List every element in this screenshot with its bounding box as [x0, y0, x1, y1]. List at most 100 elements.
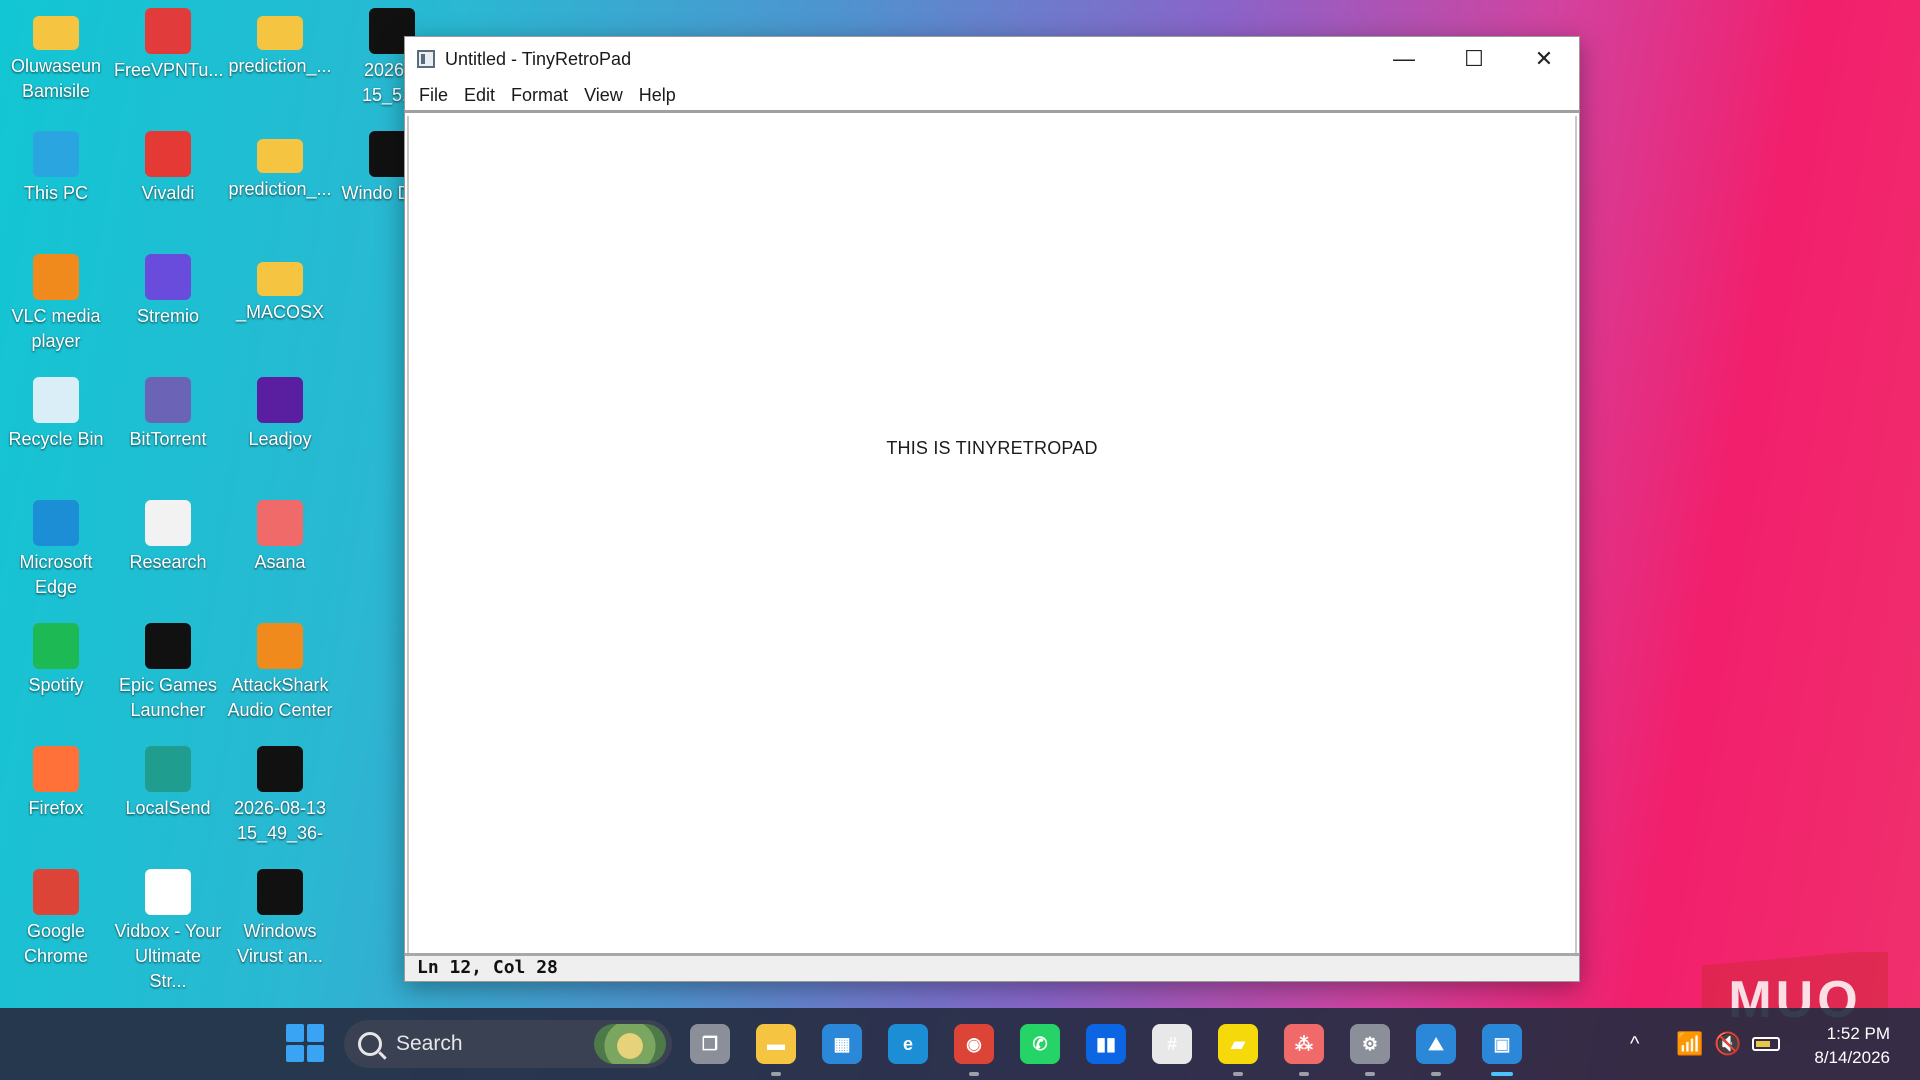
menu-format[interactable]: Format	[503, 81, 576, 110]
running-indicator	[969, 1072, 979, 1076]
video-thumbnail-icon	[257, 869, 303, 915]
running-indicator	[1431, 1072, 1441, 1076]
desktop-icon[interactable]: This PC	[2, 131, 110, 206]
desktop-icon[interactable]: Google Chrome	[2, 869, 110, 969]
settings-icon[interactable]: ⚙	[1350, 1024, 1390, 1064]
desktop-icon[interactable]: Windows Virust an...	[226, 869, 334, 969]
sticky-notes-icon[interactable]: ▰	[1218, 1024, 1258, 1064]
slack-icon[interactable]: #	[1152, 1024, 1192, 1064]
editor-content: THIS IS TINYRETROPAD	[886, 438, 1098, 458]
clock-date: 8/14/2026	[1814, 1048, 1890, 1067]
folder-icon	[33, 16, 79, 50]
desktop-icon[interactable]: VLC media player	[2, 254, 110, 354]
maximize-button[interactable]: ☐	[1439, 37, 1509, 81]
firefox-icon	[33, 746, 79, 792]
start-button[interactable]	[286, 1024, 324, 1062]
desktop-icon[interactable]: prediction_...	[226, 131, 334, 202]
recycle-bin-icon	[33, 377, 79, 423]
desktop-icon[interactable]: Stremio	[114, 254, 222, 329]
vivaldi-icon	[145, 131, 191, 177]
status-bar: Ln 12, Col 28	[405, 953, 1579, 981]
attackshark-icon	[257, 623, 303, 669]
edge-icon[interactable]: e	[888, 1024, 928, 1064]
desktop-icon-label: Asana	[254, 552, 306, 572]
desktop-icon[interactable]: prediction_...	[226, 8, 334, 79]
search-highlight-image	[594, 1024, 666, 1064]
tinyretropad-icon[interactable]: ▣	[1482, 1024, 1522, 1064]
desktop-icon[interactable]: AttackShark Audio Center	[226, 623, 334, 723]
close-button[interactable]: ✕	[1509, 37, 1579, 81]
desktop-icon[interactable]: Research	[114, 500, 222, 575]
desktop-icon[interactable]: Oluwaseun Bamisile	[2, 8, 110, 104]
tinyretropad-window: Untitled - TinyRetroPad — ☐ ✕ File Edit …	[404, 36, 1580, 982]
video-thumbnail-icon	[257, 746, 303, 792]
file-explorer-icon[interactable]: ▬	[756, 1024, 796, 1064]
desktop-icon[interactable]: BitTorrent	[114, 377, 222, 452]
wifi-icon[interactable]: 📶	[1676, 1008, 1703, 1080]
bittorrent-icon	[145, 377, 191, 423]
desktop-icon-label: Epic Games Launcher	[118, 675, 218, 720]
search-icon	[358, 1032, 382, 1056]
title-bar[interactable]: Untitled - TinyRetroPad — ☐ ✕	[405, 37, 1579, 81]
desktop-icon[interactable]: Vidbox - Your Ultimate Str...	[114, 869, 222, 994]
muted-speaker-icon[interactable]: 🔇	[1714, 1008, 1741, 1080]
trello-icon[interactable]: ▮▮	[1086, 1024, 1126, 1064]
asana-icon[interactable]: ⁂	[1284, 1024, 1324, 1064]
photos-icon[interactable]: ⛰	[1416, 1024, 1456, 1064]
taskbar-clock[interactable]: 1:52 PM 8/14/2026	[1800, 1022, 1890, 1070]
menu-help[interactable]: Help	[631, 81, 684, 110]
desktop-icon-label: This PC	[23, 183, 88, 203]
leadjoy-icon	[257, 377, 303, 423]
desktop-icon-label: Recycle Bin	[8, 429, 104, 449]
zip-folder-icon	[257, 16, 303, 50]
desktop-icon[interactable]: Firefox	[2, 746, 110, 821]
desktop-icon[interactable]: Epic Games Launcher	[114, 623, 222, 723]
edge-icon	[33, 500, 79, 546]
desktop-icon[interactable]: Microsoft Edge	[2, 500, 110, 600]
localsend-icon	[145, 746, 191, 792]
vidbox-icon	[145, 869, 191, 915]
desktop-icon[interactable]: Recycle Bin	[2, 377, 110, 452]
whatsapp-icon[interactable]: ✆	[1020, 1024, 1060, 1064]
desktop-icon[interactable]: Asana	[226, 500, 334, 575]
tray-chevron[interactable]: ^	[1630, 1008, 1639, 1080]
app-icon	[417, 50, 435, 68]
desktop-icon-label: Microsoft Edge	[19, 552, 93, 597]
menu-view[interactable]: View	[576, 81, 631, 110]
desktop-icon[interactable]: LocalSend	[114, 746, 222, 821]
desktop-icon-label: prediction_...	[228, 179, 332, 199]
desktop-icon[interactable]: _MACOSX	[226, 254, 334, 325]
task-view-icon[interactable]: ❐	[690, 1024, 730, 1064]
desktop-icon-label: AttackShark Audio Center	[227, 675, 333, 720]
menu-file[interactable]: File	[411, 81, 456, 110]
chrome-icon	[33, 869, 79, 915]
chrome-icon[interactable]: ◉	[954, 1024, 994, 1064]
running-indicator	[1365, 1072, 1375, 1076]
battery-icon[interactable]	[1752, 1008, 1780, 1080]
desktop-icon-label: Google Chrome	[23, 921, 89, 966]
window-title: Untitled - TinyRetroPad	[445, 48, 632, 69]
desktop-icon-label: 2026-08-13 15_49_36-	[233, 798, 327, 843]
desktop-icon-label: VLC media player	[11, 306, 101, 351]
folder-icon	[257, 262, 303, 296]
search-placeholder: Search	[396, 1032, 463, 1055]
desktop-icon[interactable]: Vivaldi	[114, 131, 222, 206]
menu-edit[interactable]: Edit	[456, 81, 503, 110]
desktop-icon-label: Spotify	[28, 675, 84, 695]
desktop-icon-label: prediction_...	[228, 56, 332, 76]
text-editor-area[interactable]: THIS IS TINYRETROPAD	[407, 116, 1577, 953]
folder-icon	[257, 139, 303, 173]
document-icon	[145, 500, 191, 546]
minimize-button[interactable]: —	[1369, 37, 1439, 81]
vlc-cone-icon	[33, 254, 79, 300]
epic-games-icon	[145, 623, 191, 669]
desktop-icon[interactable]: Spotify	[2, 623, 110, 698]
desktop-icon[interactable]: FreeVPNTu...	[114, 8, 223, 83]
desktop-icon-label: Research	[129, 552, 207, 572]
desktop-icon-label: Stremio	[136, 306, 199, 326]
desktop-icon[interactable]: 2026-08-13 15_49_36-	[226, 746, 334, 846]
taskbar-search[interactable]: Search	[344, 1020, 672, 1068]
running-indicator	[1491, 1072, 1513, 1076]
microsoft-store-icon[interactable]: ▦	[822, 1024, 862, 1064]
desktop-icon[interactable]: Leadjoy	[226, 377, 334, 452]
